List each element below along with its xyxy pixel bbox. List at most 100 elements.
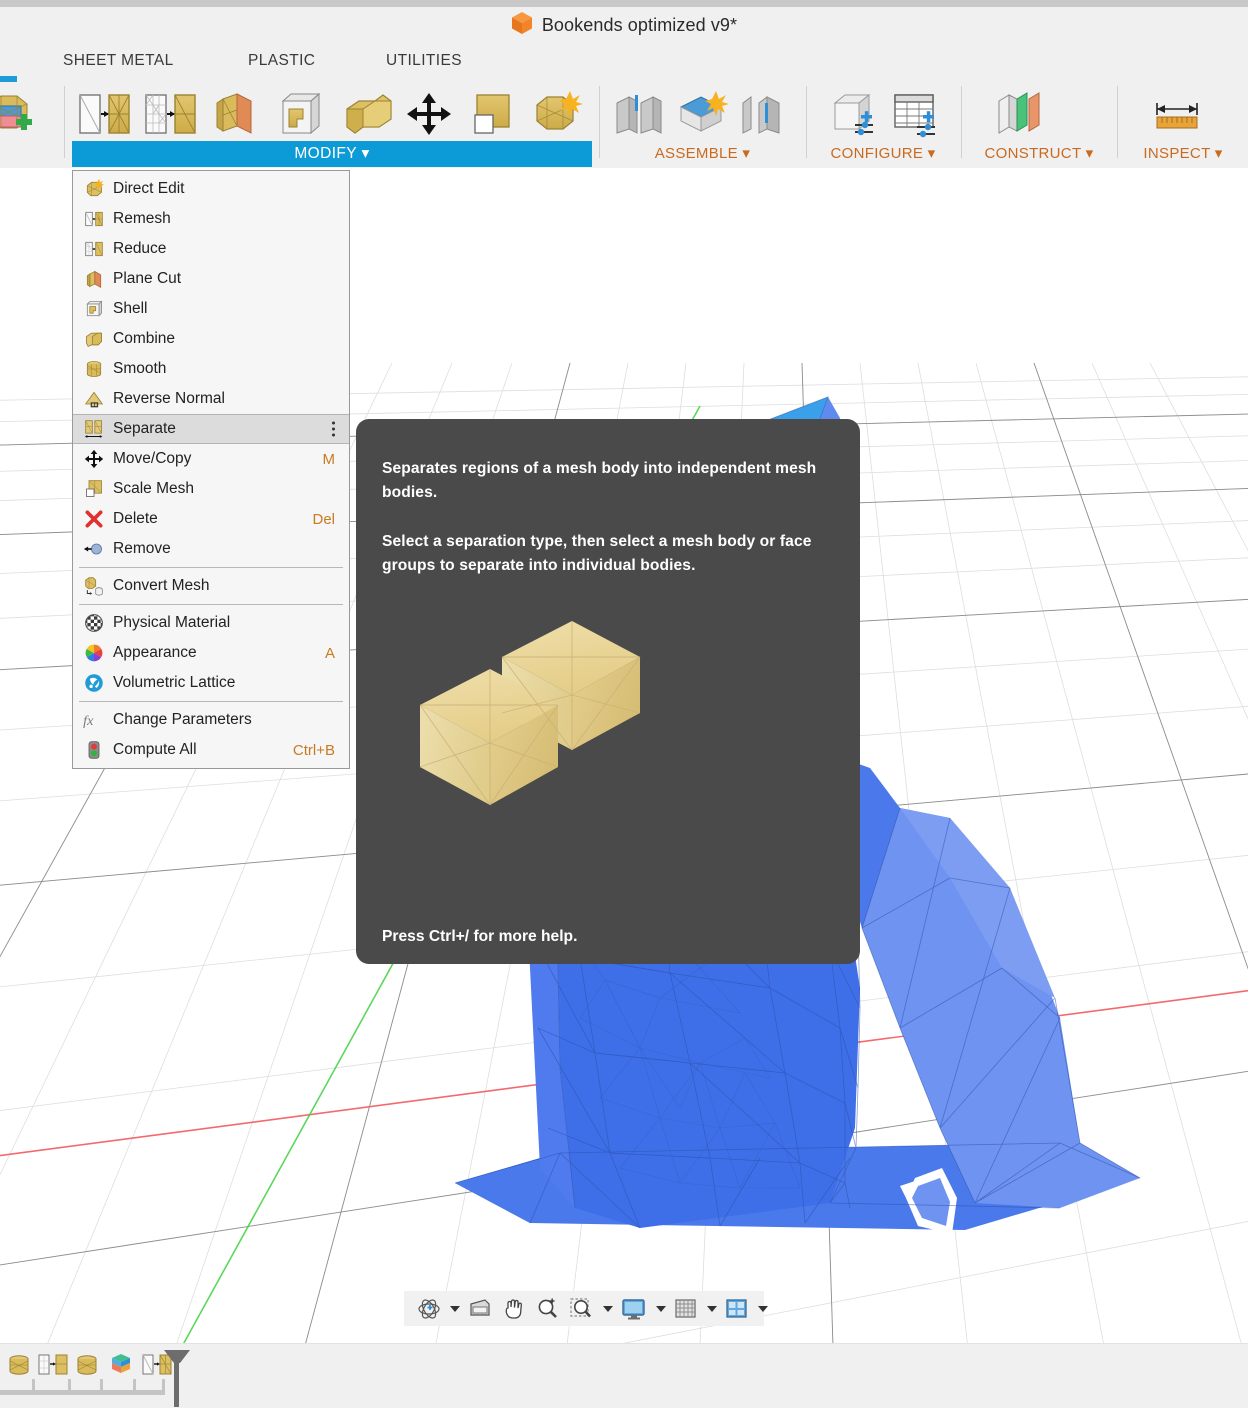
orbit-icon[interactable] (412, 1291, 446, 1326)
grid-snaps-icon[interactable] (669, 1291, 703, 1326)
timeline-mesh-body-icon[interactable] (74, 1352, 100, 1383)
remesh-icon[interactable] (74, 87, 132, 141)
menu-item-appearance[interactable]: Appearance A (73, 638, 349, 668)
separate-icon (83, 418, 105, 440)
menu-item-plane-cut[interactable]: Plane Cut (73, 264, 349, 294)
timeline-reduce-icon[interactable] (38, 1352, 68, 1383)
offset-plane-icon[interactable] (986, 87, 1044, 141)
viewports-icon[interactable] (720, 1291, 754, 1326)
menu-item-volumetric-lattice[interactable]: Volumetric Lattice (73, 668, 349, 698)
configure-group-button[interactable]: CONFIGURE ▾ (808, 141, 958, 167)
volumetric-lattice-icon (83, 672, 105, 694)
configure-table-icon[interactable] (886, 87, 944, 141)
chevron-down-icon[interactable] (603, 1305, 613, 1312)
direct-edit-icon[interactable] (526, 87, 584, 141)
assemble-group-button[interactable]: ASSEMBLE ▾ (600, 141, 805, 167)
menu-item-smooth[interactable]: Smooth (73, 354, 349, 384)
menu-item-label: Convert Mesh (113, 577, 210, 594)
timeline-tick (68, 1379, 71, 1391)
reverse-normal-icon (83, 388, 105, 410)
menu-item-move-copy[interactable]: Move/Copy M (73, 444, 349, 474)
menu-item-shortcut: A (324, 644, 335, 662)
menu-item-scale-mesh[interactable]: Scale Mesh (73, 474, 349, 504)
tab-sheet-metal[interactable]: SHEET METAL (55, 44, 182, 78)
look-at-icon[interactable] (463, 1291, 497, 1326)
menu-item-shortcut: Del (312, 510, 335, 528)
ribbon-separator (64, 86, 65, 158)
plane-cut-icon[interactable] (206, 87, 264, 141)
kebab-menu-icon[interactable] (332, 421, 335, 437)
measure-icon[interactable] (1148, 87, 1206, 141)
menu-item-label: Volumetric Lattice (113, 674, 236, 691)
move-copy-icon[interactable] (400, 87, 458, 141)
menu-item-label: Smooth (113, 360, 167, 377)
reduce-icon[interactable] (140, 87, 198, 141)
menu-item-label: Compute All (113, 741, 197, 758)
scale-mesh-icon[interactable] (464, 87, 522, 141)
menu-item-label: Appearance (113, 644, 197, 661)
menu-item-convert-mesh[interactable]: Convert Mesh (73, 571, 349, 601)
scale-mesh-icon (83, 478, 105, 500)
tooltip-illustration (382, 605, 834, 895)
joint-icon[interactable] (610, 87, 668, 141)
menu-item-label: Change Parameters (113, 711, 252, 728)
menu-item-shell[interactable]: Shell (73, 294, 349, 324)
menu-item-separate[interactable]: Separate (73, 414, 349, 444)
window-top-strip (0, 0, 1248, 7)
modify-dropdown-menu[interactable]: Direct Edit Remesh Reduce Plane Cut Shel… (72, 170, 350, 769)
menu-item-label: Remesh (113, 210, 171, 227)
menu-item-reverse-normal[interactable]: Reverse Normal (73, 384, 349, 414)
menu-item-remesh[interactable]: Remesh (73, 204, 349, 234)
menu-item-direct-edit[interactable]: Direct Edit (73, 174, 349, 204)
timeline-track[interactable] (0, 1390, 165, 1395)
tooltip-paragraph-1: Separates regions of a mesh body into in… (382, 460, 817, 501)
chevron-down-icon[interactable] (450, 1305, 460, 1312)
combine-icon[interactable] (338, 87, 396, 141)
menu-item-label: Direct Edit (113, 180, 185, 197)
pan-hand-icon[interactable] (497, 1291, 531, 1326)
create-mesh-icon[interactable] (0, 87, 38, 141)
appearance-icon (83, 642, 105, 664)
tab-plastic[interactable]: PLASTIC (240, 44, 323, 78)
timeline-end-marker[interactable] (163, 1349, 191, 1408)
chevron-down-icon[interactable] (758, 1305, 768, 1312)
menu-item-remove[interactable]: Remove (73, 534, 349, 564)
delete-x-icon (83, 508, 105, 530)
convert-mesh-icon (83, 575, 105, 597)
menu-item-physical-material[interactable]: Physical Material (73, 608, 349, 638)
modify-group-button[interactable]: MODIFY ▾ (72, 141, 592, 167)
tab-utilities[interactable]: UTILITIES (378, 44, 470, 78)
menu-separator (79, 701, 343, 702)
inspect-group-button[interactable]: INSPECT ▾ (1119, 141, 1247, 167)
construct-group-button[interactable]: CONSTRUCT ▾ (963, 141, 1115, 167)
menu-item-reduce[interactable]: Reduce (73, 234, 349, 264)
display-settings-icon[interactable] (616, 1291, 652, 1326)
illustration-single-body (419, 621, 641, 806)
menu-item-change-parameters[interactable]: fx Change Parameters (73, 705, 349, 735)
zoom-icon[interactable] (531, 1291, 565, 1326)
new-component-icon[interactable] (672, 87, 730, 141)
view-navigation-bar[interactable] (404, 1291, 768, 1326)
menu-item-delete[interactable]: Delete Del (73, 504, 349, 534)
menu-item-combine[interactable]: Combine (73, 324, 349, 354)
combine-icon (83, 328, 105, 350)
timeline-tick (100, 1379, 103, 1391)
as-built-joint-icon[interactable] (734, 87, 792, 141)
chevron-down-icon[interactable] (656, 1305, 666, 1312)
chevron-down-icon[interactable] (707, 1305, 717, 1312)
menu-item-label: Shell (113, 300, 148, 317)
tooltip-footer: Press Ctrl+/ for more help. (382, 928, 578, 945)
timeline-mesh-body-icon[interactable] (6, 1352, 32, 1383)
menu-item-compute-all[interactable]: Compute All Ctrl+B (73, 735, 349, 765)
physical-material-icon (83, 612, 105, 634)
shell-icon[interactable] (272, 87, 330, 141)
timeline-tick (32, 1379, 35, 1391)
active-tab-indicator (0, 76, 17, 82)
configure-design-icon[interactable] (824, 87, 882, 141)
shell-icon (83, 298, 105, 320)
zoom-window-icon[interactable] (565, 1291, 599, 1326)
menu-item-label: Reverse Normal (113, 390, 225, 407)
timeline-face-groups-icon[interactable] (108, 1352, 134, 1383)
tooltip-paragraph-2: Select a separation type, then select a … (382, 533, 812, 575)
compute-all-icon (83, 739, 105, 761)
